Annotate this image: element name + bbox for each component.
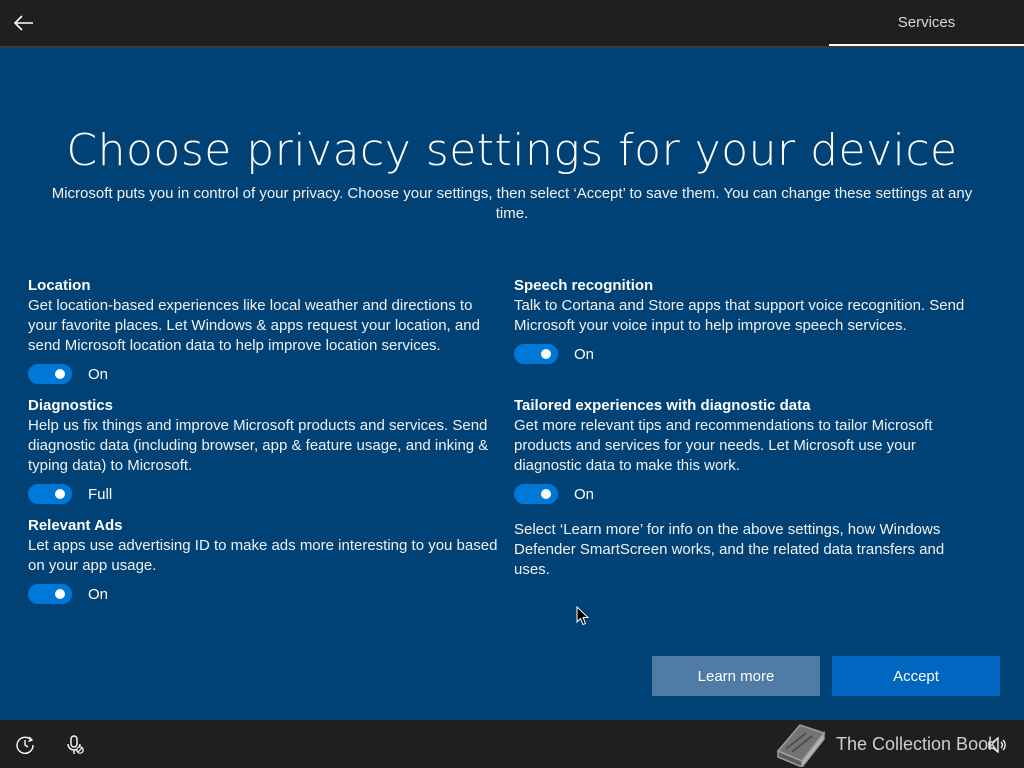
diagnostics-description: Help us fix things and improve Microsoft… <box>28 417 489 474</box>
toggle-knob <box>55 369 65 379</box>
top-bar: Services <box>0 0 1024 48</box>
microphone-icon[interactable] <box>64 734 86 756</box>
location-title: Location <box>28 277 91 294</box>
tab-services[interactable]: Services <box>829 0 1024 46</box>
learn-more-note: Select ‘Learn more’ for info on the abov… <box>514 521 945 578</box>
diagnostics-setting: Diagnostics Help us fix things and impro… <box>28 396 498 504</box>
tailored-title: Tailored experiences with diagnostic dat… <box>514 397 811 414</box>
tailored-toggle[interactable] <box>514 484 558 504</box>
speech-title: Speech recognition <box>514 277 654 294</box>
relevant-ads-description: Let apps use advertising ID to make ads … <box>28 537 498 574</box>
speech-state: On <box>574 345 595 363</box>
speech-description: Talk to Cortana and Store apps that supp… <box>514 297 965 334</box>
diagnostics-state: Full <box>88 485 113 503</box>
accept-button[interactable]: Accept <box>832 656 1000 696</box>
toggle-knob <box>55 489 65 499</box>
location-toggle[interactable] <box>28 364 72 384</box>
relevant-ads-setting: Relevant Ads Let apps use advertising ID… <box>28 516 498 604</box>
relevant-ads-title: Relevant Ads <box>28 517 123 534</box>
mouse-cursor-icon <box>576 606 590 626</box>
location-state: On <box>88 365 109 383</box>
location-description: Get location-based experiences like loca… <box>28 297 480 354</box>
location-setting: Location Get location-based experiences … <box>28 276 498 384</box>
watermark-text: The Collection Book <box>836 733 998 754</box>
watermark: The Collection Book <box>772 720 997 768</box>
speech-toggle[interactable] <box>514 344 558 364</box>
back-arrow-icon[interactable] <box>10 9 38 37</box>
tailored-state: On <box>574 485 595 503</box>
page-subtitle: Microsoft puts you in control of your pr… <box>51 185 973 222</box>
toggle-knob <box>55 589 65 599</box>
learn-more-button[interactable]: Learn more <box>652 656 820 696</box>
toggle-knob <box>541 349 551 359</box>
tailored-setting: Tailored experiences with diagnostic dat… <box>514 396 984 504</box>
diagnostics-title: Diagnostics <box>28 397 114 414</box>
diagnostics-toggle[interactable] <box>28 484 72 504</box>
tailored-description: Get more relevant tips and recommendatio… <box>514 417 933 474</box>
toggle-knob <box>541 489 551 499</box>
relevant-ads-state: On <box>88 585 109 603</box>
relevant-ads-toggle[interactable] <box>28 584 72 604</box>
book-logo-icon <box>776 724 826 767</box>
speech-setting: Speech recognition Talk to Cortana and S… <box>514 276 984 364</box>
ease-of-access-icon[interactable] <box>14 734 36 756</box>
page-title: Choose privacy settings for your device <box>66 125 958 176</box>
